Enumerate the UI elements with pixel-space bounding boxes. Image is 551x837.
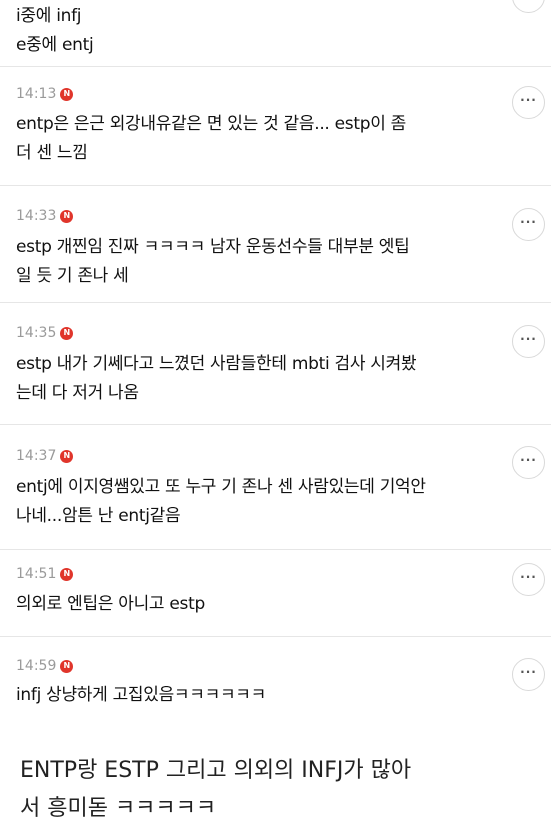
- comment-item: i중에 infj e중에 entj ···: [0, 0, 551, 67]
- new-badge-icon: N: [60, 567, 74, 581]
- comment-meta: 14:59 N: [16, 658, 74, 674]
- comment-meta: 14:33 N: [16, 208, 74, 224]
- comment-text: estp 내가 기쎄다고 느꼈던 사람들한테 mbti 검사 시켜봤 는데 다 …: [16, 354, 417, 403]
- comment-item: 14:33 N estp 개찐임 진짜 ㅋㅋㅋㅋ 남자 운동선수들 대부분 엣팁…: [0, 186, 551, 303]
- new-badge-icon: N: [60, 87, 74, 101]
- more-options-button[interactable]: ···: [512, 208, 545, 241]
- post-caption: ENTP랑 ESTP 그리고 의외의 INFJ가 많아 서 흥미돋 ㅋㅋㅋㅋㅋ: [20, 758, 412, 821]
- more-options-button[interactable]: ···: [512, 86, 545, 119]
- comment-text: estp 개찐임 진짜 ㅋㅋㅋㅋ 남자 운동선수들 대부분 엣팁 일 듯 기 존…: [16, 237, 410, 286]
- comment-text: i중에 infj e중에 entj: [16, 6, 94, 55]
- comment-time: 14:35: [16, 325, 57, 341]
- new-badge-icon: N: [60, 659, 74, 673]
- comment-item: 14:35 N estp 내가 기쎄다고 느꼈던 사람들한테 mbti 검사 시…: [0, 303, 551, 425]
- more-options-button[interactable]: ···: [512, 446, 545, 479]
- comment-time: 14:33: [16, 208, 57, 224]
- comment-item: 14:51 N 의외로 엔팁은 아니고 estp ···: [0, 550, 551, 637]
- more-options-button[interactable]: ···: [512, 563, 545, 596]
- comment-item: 14:37 N entj에 이지영쌤있고 또 누구 기 존나 센 사람있는데 기…: [0, 425, 551, 550]
- comment-meta: 14:35 N: [16, 325, 74, 341]
- comment-meta: 14:51 N: [16, 566, 74, 582]
- comment-time: 14:59: [16, 658, 57, 674]
- comment-time: 14:13: [16, 86, 57, 102]
- comment-text: 의외로 엔팁은 아니고 estp: [16, 594, 205, 614]
- comment-item: 14:13 N entp은 은근 외강내유같은 면 있는 것 같음... est…: [0, 67, 551, 186]
- comment-meta: 14:13 N: [16, 86, 74, 102]
- comment-text: entj에 이지영쌤있고 또 누구 기 존나 센 사람있는데 기억안 나네...…: [16, 477, 426, 526]
- comment-text: entp은 은근 외강내유같은 면 있는 것 같음... estp이 좀 더 센…: [16, 114, 406, 163]
- comment-text: infj 상냥하게 고집있음ㅋㅋㅋㅋㅋㅋ: [16, 685, 266, 705]
- new-badge-icon: N: [60, 209, 74, 223]
- more-options-button[interactable]: ···: [512, 325, 545, 358]
- comment-thread-page: i중에 infj e중에 entj ··· 14:13 N entp은 은근 외…: [0, 0, 551, 837]
- comment-item: 14:59 N infj 상냥하게 고집있음ㅋㅋㅋㅋㅋㅋ ···: [0, 637, 551, 723]
- more-options-button[interactable]: ···: [512, 0, 545, 13]
- comment-meta: 14:37 N: [16, 448, 74, 464]
- comment-time: 14:51: [16, 566, 57, 582]
- new-badge-icon: N: [60, 449, 74, 463]
- more-options-button[interactable]: ···: [512, 658, 545, 691]
- new-badge-icon: N: [60, 326, 74, 340]
- comment-time: 14:37: [16, 448, 57, 464]
